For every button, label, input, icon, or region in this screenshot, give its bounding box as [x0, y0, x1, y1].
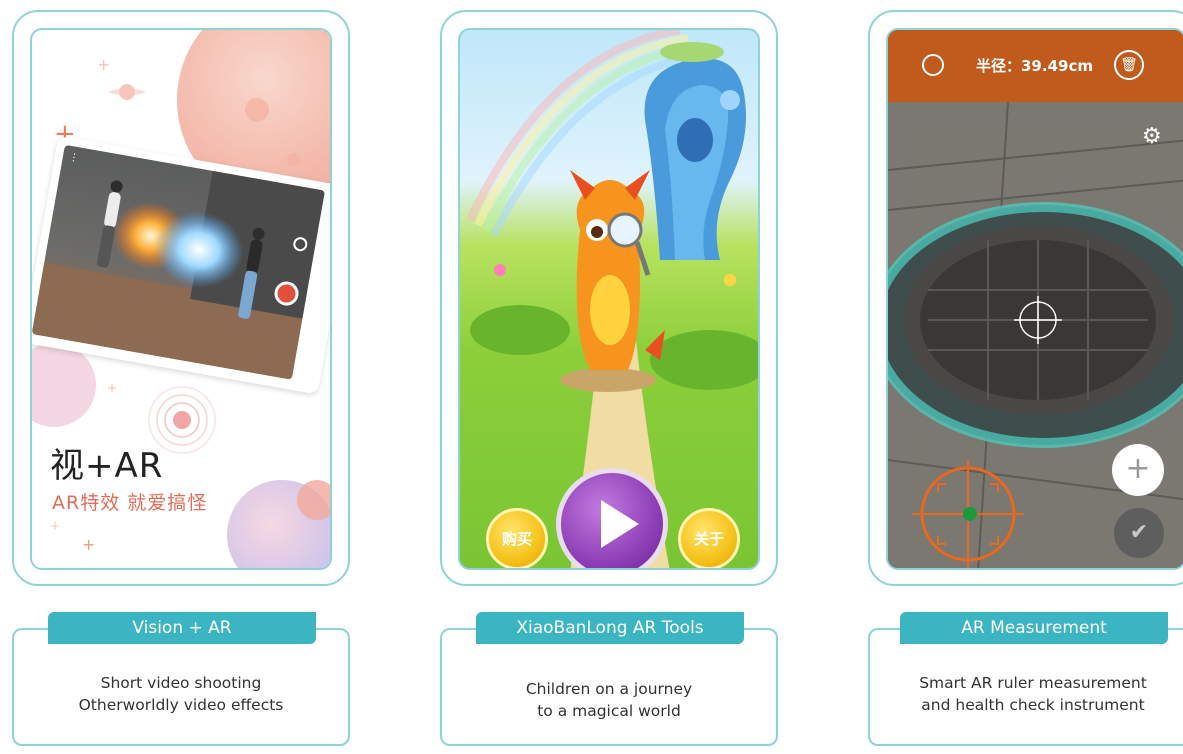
ar-measurement-caption-card: Smart AR ruler measurement and health ch…: [868, 628, 1183, 746]
svg-text:+: +: [82, 535, 95, 554]
vision-ar-tab: Vision + AR: [48, 612, 316, 644]
radius-mode-icon[interactable]: [922, 54, 944, 76]
play-button[interactable]: [556, 468, 668, 568]
vision-ar-description-line-2: Otherworldly video effects: [78, 696, 284, 714]
vision-ar-description: Short video shooting Otherworldly video …: [14, 672, 348, 716]
ar-measurement-phone-frame: 半径：39.49cm 🗑 ⚙ + ✔: [868, 10, 1183, 586]
confirm-button[interactable]: ✔: [1114, 508, 1164, 558]
menu-icon[interactable]: ⋮: [68, 152, 80, 165]
vision-ar-screen: + + + + + ⋮ 视+AR AR特效 就爱搞怪: [30, 28, 332, 570]
ar-measurement-description-line-1: Smart AR ruler measurement: [919, 674, 1147, 692]
ar-measurement-screen: 半径：39.49cm 🗑 ⚙ + ✔: [886, 28, 1183, 570]
measurement-toolbar: 半径：39.49cm 🗑: [888, 30, 1183, 102]
add-point-button[interactable]: +: [1112, 444, 1164, 496]
buy-button[interactable]: 购买: [486, 508, 548, 568]
video-frame: [32, 144, 325, 380]
play-icon: [601, 500, 639, 548]
vision-ar-caption-card: Short video shooting Otherworldly video …: [12, 628, 350, 746]
svg-text:+: +: [50, 519, 60, 533]
xiaobanlong-tab: XiaoBanLong AR Tools: [476, 612, 744, 644]
svg-text:+: +: [97, 55, 110, 74]
vision-ar-description-line-1: Short video shooting: [100, 674, 262, 692]
xiaobanlong-caption-card: Children on a journey to a magical world: [440, 628, 778, 746]
radius-readout: 半径：39.49cm: [976, 57, 1093, 75]
app-slogan: AR特效 就爱搞怪: [52, 492, 208, 514]
settings-gear-icon[interactable]: ⚙: [1142, 124, 1162, 149]
ar-measurement-description: Smart AR ruler measurement and health ch…: [870, 672, 1183, 716]
xiaobanlong-phone-frame: 购买 关于: [440, 10, 778, 586]
xiaobanlong-description: Children on a journey to a magical world: [442, 678, 776, 722]
ar-measurement-tab: AR Measurement: [900, 612, 1168, 644]
trash-icon[interactable]: 🗑: [1114, 50, 1144, 80]
xiaobanlong-description-line-1: Children on a journey: [525, 680, 693, 698]
about-button[interactable]: 关于: [678, 508, 740, 568]
app-title: 视+AR: [50, 446, 164, 486]
xiaobanlong-screen: 购买 关于: [458, 28, 760, 570]
vision-ar-phone-frame: + + + + + ⋮ 视+AR AR特效 就爱搞怪: [12, 10, 350, 586]
svg-text:+: +: [107, 381, 117, 395]
ar-measurement-description-line-2: and health check instrument: [921, 696, 1145, 714]
xiaobanlong-description-line-2: to a magical world: [537, 702, 681, 720]
